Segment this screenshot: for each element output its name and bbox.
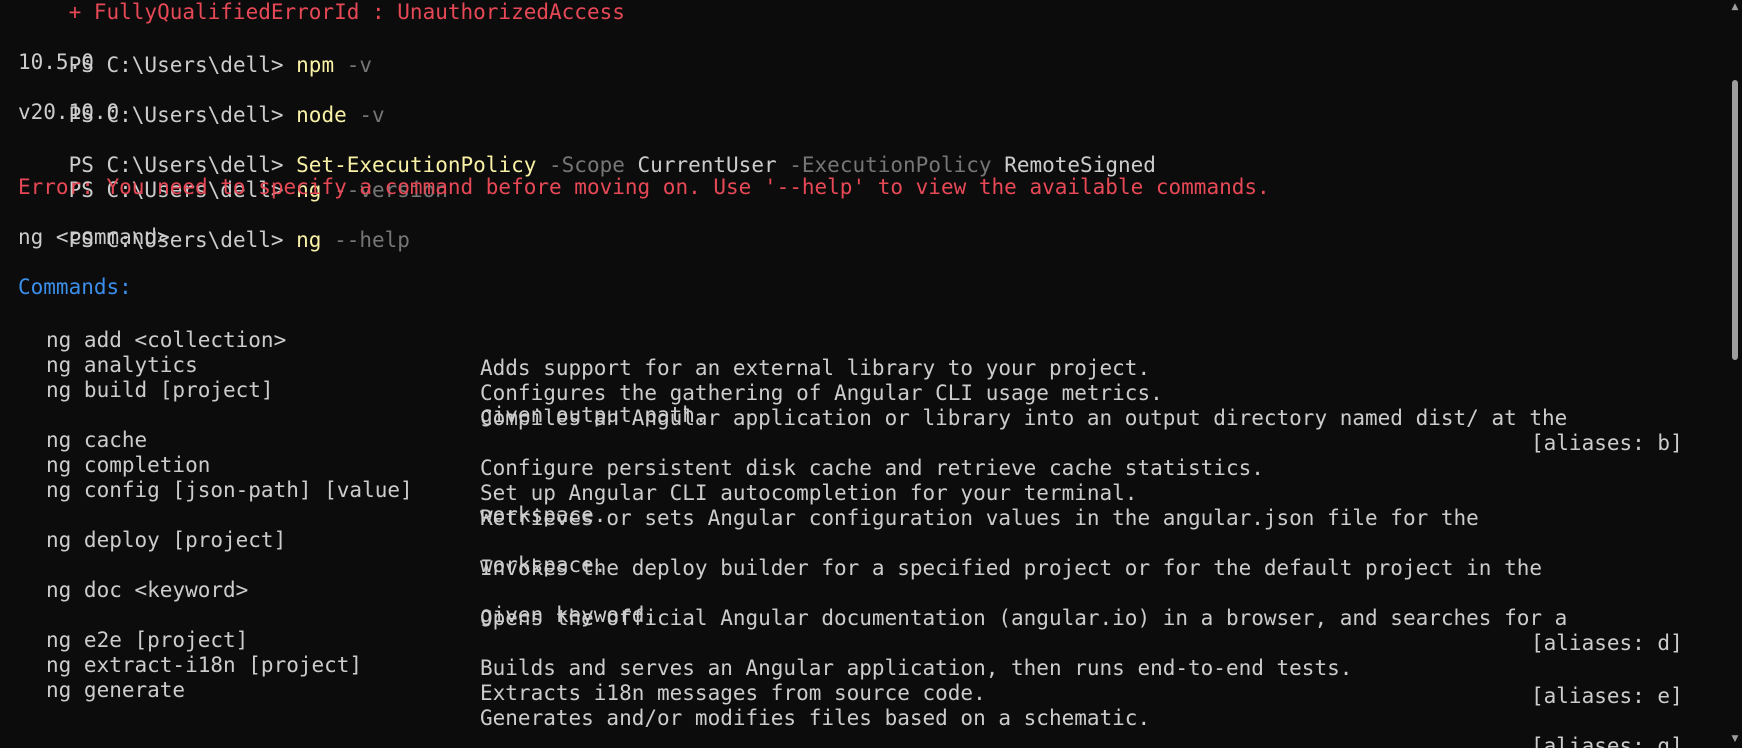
help-row-generate: ng generate Generates and/or modifies fi… [18,648,1718,748]
scroll-down-arrow-icon[interactable]: ▼ [1730,734,1740,744]
help-row-config: ng config [json-path] [value] Retrieves … [18,448,1718,530]
prompt-line-set-execution-policy: PS C:\Users\dell> Set-ExecutionPolicy -S… [18,123,1156,177]
help-row-extract-i18n: ng extract-i18n [project] Extracts i18n … [18,623,1718,705]
command-args: --help [321,228,410,252]
prompt-line-node: PS C:\Users\dell> node -v [18,73,385,127]
scroll-thumb[interactable] [1732,80,1738,360]
help-row-analytics: ng analytics Configures the gathering of… [18,323,1718,405]
output-line: v20.10.0 [18,100,120,124]
help-row-cache: ng cache Configure persistent disk cache… [18,398,1718,480]
help-alias: [aliases: g] [1531,734,1683,748]
help-row-e2e: ng e2e [project] Builds and serves an An… [18,598,1718,708]
vertical-scrollbar[interactable]: ▲ ▼ [1730,0,1740,748]
help-row-deploy-cont: workspace. [18,523,1718,577]
help-alias: [aliases: e] [1531,684,1683,708]
command-name: ng [296,228,322,252]
commands-heading: Commands: [18,275,132,299]
help-row-completion: ng completion Set up Angular CLI autocom… [18,423,1718,505]
error-message: Error: You need to specify a command bef… [18,175,1270,199]
prompt-line-npm: PS C:\Users\dell> npm -v [18,23,372,77]
output-line: 10.5.0 [18,50,94,74]
usage-line: ng <command> [18,225,170,249]
help-description: Extracts i18n messages from source code. [480,681,986,705]
help-command: ng generate [46,678,186,702]
help-row-build: ng build [project] Compiles an Angular a… [18,348,1718,430]
terminal-output[interactable]: + FullyQualifiedErrorId : UnauthorizedAc… [18,0,1718,748]
help-row-config-cont: workspace. [18,473,1718,527]
prompt-line-ng-version: PS C:\Users\dell> ng --version [18,148,448,202]
help-row-add: ng add <collection> Adds support for an … [18,298,1718,380]
help-description: Generates and/or modifies files based on… [480,706,1151,730]
help-row-deploy: ng deploy [project] Invokes the deploy b… [18,498,1718,580]
help-row-doc: ng doc <keyword> Opens the official Angu… [18,548,1718,630]
prompt-line-ng-help: PS C:\Users\dell> ng --help [18,198,410,252]
help-row-doc-cont: given keyword. [aliases: d] [18,573,1718,655]
help-row-build-cont: given output path. [aliases: b] [18,373,1718,455]
scroll-up-arrow-icon[interactable]: ▲ [1730,2,1740,12]
